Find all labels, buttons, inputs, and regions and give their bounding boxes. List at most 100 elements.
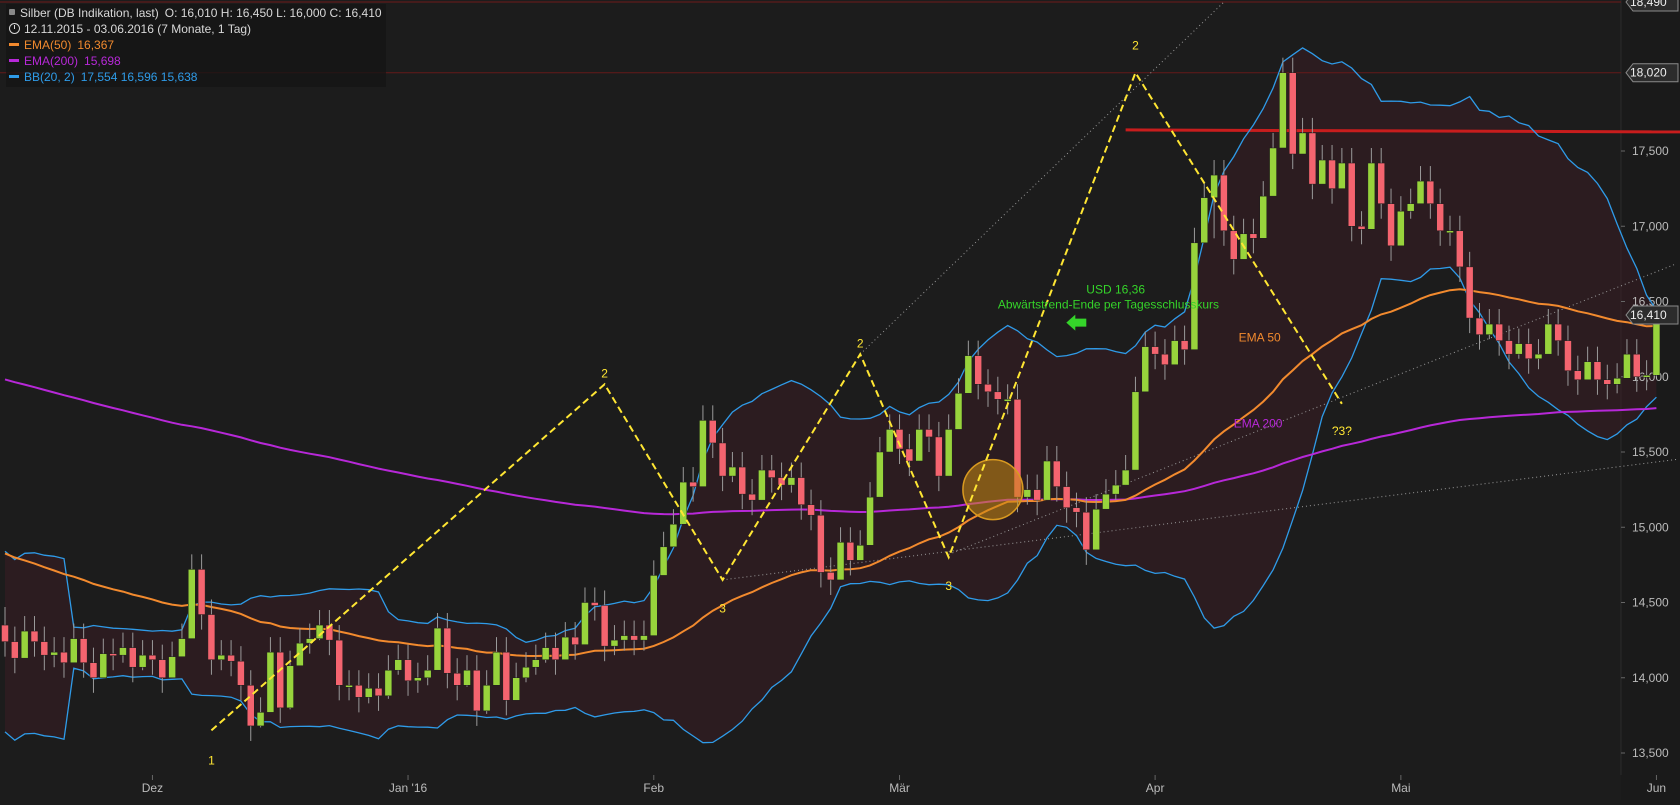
candle-body-down <box>1033 489 1041 501</box>
candle-body-down <box>355 685 363 698</box>
legend-bb-row[interactable]: BB(20, 2) 17,554 16,596 15,638 <box>8 69 382 85</box>
candle-body-up <box>581 602 589 645</box>
candle-body-up <box>1642 374 1651 378</box>
chart-svg: 13,50014,00014,50015,00015,50016,00016,5… <box>0 0 1680 800</box>
candle-body-up <box>1092 508 1100 551</box>
candle-body-down <box>109 653 117 656</box>
candle-body-up <box>876 451 884 498</box>
candle-body-down <box>30 630 39 642</box>
candle-body-down <box>1288 72 1297 155</box>
candle-body-down <box>443 627 452 674</box>
candle-body-up <box>1003 399 1012 402</box>
chart-annotation: USD 16,36 <box>1086 282 1145 296</box>
candle-body-up <box>1338 162 1346 189</box>
candle-body-up <box>492 651 501 686</box>
candle-body-down <box>709 420 717 444</box>
candle-body-down <box>600 605 609 647</box>
legend-ema50-row[interactable]: EMA(50) 16,367 <box>8 37 382 53</box>
candle-body-down <box>994 391 1002 400</box>
candle-body-up <box>522 666 530 679</box>
candle-body-down <box>767 469 776 478</box>
candle-body-up <box>168 656 176 678</box>
candle-body-up <box>758 469 766 501</box>
candle-body-down <box>276 651 284 709</box>
legend-range-row: 12.11.2015 - 03.06.2016 (7 Monate, 1 Tag… <box>8 21 382 37</box>
candle-body-up <box>1298 132 1307 155</box>
price-tag: 16,410 <box>1625 305 1679 325</box>
ema200-label: EMA(200) <box>24 54 79 68</box>
candle-body-up <box>433 627 442 671</box>
candle-body-down <box>630 635 638 641</box>
candle-body-up <box>640 635 648 641</box>
candle-body-down <box>1180 340 1189 350</box>
chart-legend: Silber (DB Indikation, last) O: 16,010 H:… <box>6 4 386 87</box>
x-tick-label: Mai <box>1391 781 1410 795</box>
candle-body-up <box>1102 493 1110 510</box>
chart-annotation: Abwärtstrend-Ende per Tagesschlusskurs <box>998 298 1219 312</box>
candle-body-up <box>787 477 796 486</box>
candle-body-down <box>473 669 481 712</box>
candle-body-down <box>1633 353 1641 377</box>
price-tag-label: 18,020 <box>1630 66 1667 80</box>
candle-body-down <box>1524 343 1533 359</box>
candle-body-up <box>1269 147 1277 197</box>
candle-body-down <box>1062 486 1071 508</box>
candle-body-up <box>50 651 58 656</box>
candle-body-up <box>1534 353 1543 359</box>
candle-body-down <box>797 477 805 505</box>
candle-body-up <box>915 429 923 462</box>
candle-body-up <box>866 496 874 546</box>
candle-body-down <box>335 639 343 686</box>
candle-body-down <box>11 641 19 659</box>
candle-body-up <box>944 429 953 477</box>
ema200-value: 15,698 <box>84 54 121 68</box>
candle-body-up <box>1121 469 1130 486</box>
ema50-value: 16,367 <box>77 38 115 52</box>
candle-body-down <box>826 572 835 581</box>
pattern-label: 2 <box>601 367 608 381</box>
candle-body-down <box>846 542 855 561</box>
candle-body-down <box>1564 340 1572 371</box>
candle-body-up <box>620 635 629 641</box>
candle-body-down <box>1426 180 1435 204</box>
candle-body-up <box>659 546 668 576</box>
x-tick-label: Apr <box>1146 781 1165 795</box>
bb-value: 17,554 16,596 15,638 <box>80 70 198 84</box>
candle-body-up <box>1623 353 1631 379</box>
candle-body-up <box>482 685 491 712</box>
pattern-label: ?3? <box>1332 424 1352 438</box>
ema50-label: EMA(50) <box>24 38 72 52</box>
y-tick-label: 17,500 <box>1632 144 1669 158</box>
price-tag-label: 18,490 <box>1630 0 1667 9</box>
candle-body-down <box>1456 230 1464 268</box>
candle-body-down <box>453 672 461 686</box>
x-tick-label: Jun <box>1647 781 1666 795</box>
candle-body-down <box>60 651 68 663</box>
candle-body-down <box>40 641 49 656</box>
instrument-name: Silber (DB Indikation, last) <box>20 6 159 20</box>
y-tick-label: 13,500 <box>1632 746 1669 760</box>
candle-body-up <box>561 636 570 660</box>
candle-body-up <box>1318 159 1326 185</box>
candle-body-up <box>610 639 619 647</box>
candle-body-up <box>512 677 520 701</box>
candle-body-up <box>119 647 127 656</box>
candle <box>1288 57 1297 170</box>
resistance-line <box>1125 128 1680 134</box>
pattern-label: 2 <box>1132 39 1139 53</box>
candle-body-up <box>1279 72 1287 149</box>
candle-body-down <box>1151 346 1159 355</box>
candle-body-up <box>1141 346 1150 393</box>
candle-body-down <box>571 636 579 645</box>
candle-body-down <box>591 602 599 606</box>
candle-body-down <box>718 442 727 477</box>
candle-body-up <box>1613 378 1621 385</box>
pattern-label: 3 <box>719 602 726 616</box>
pattern-label: 2 <box>857 337 864 351</box>
candle-body-down <box>1436 203 1444 232</box>
legend-ema200-row[interactable]: EMA(200) 15,698 <box>8 53 382 69</box>
y-tick-label: 15,000 <box>1632 520 1669 534</box>
candle-body-down <box>1220 174 1228 232</box>
candle-body-down <box>374 688 383 697</box>
candle-body-up <box>1515 343 1523 355</box>
